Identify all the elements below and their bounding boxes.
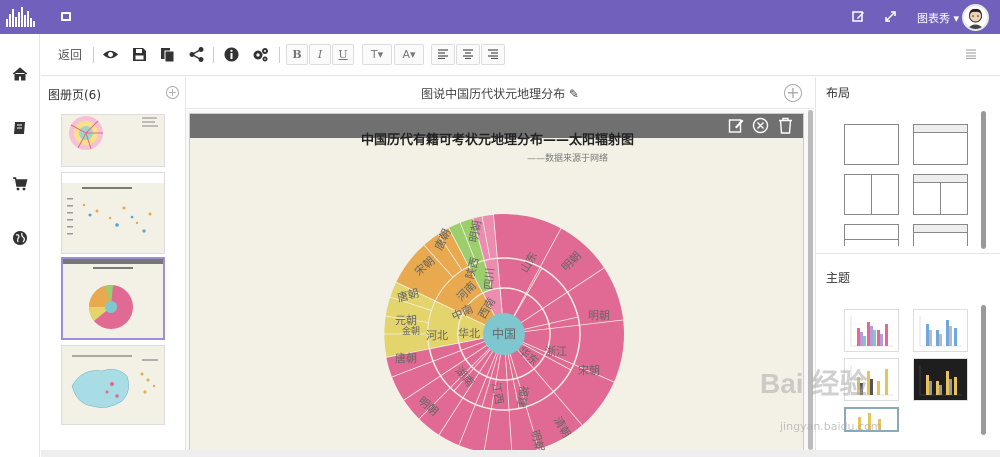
- font-size-dropdown[interactable]: T▾: [362, 44, 392, 65]
- align-center-button[interactable]: [456, 44, 480, 65]
- save-icon[interactable]: [131, 46, 148, 63]
- toolbar-divider: [93, 47, 94, 63]
- toolbar: 返回 B I U T▾ A▾: [41, 34, 1000, 76]
- user-menu[interactable]: 图表秀 ▾: [917, 10, 959, 26]
- layout-option-single[interactable]: [844, 124, 899, 165]
- home-icon[interactable]: [12, 66, 28, 82]
- menu-toggle-icon[interactable]: [61, 12, 71, 21]
- add-page-button[interactable]: +: [166, 86, 179, 99]
- toolbar-divider: [213, 47, 214, 63]
- bold-button[interactable]: B: [286, 44, 308, 65]
- layout-option-two-columns[interactable]: [844, 174, 899, 215]
- layout-option-header-body[interactable]: [913, 124, 968, 165]
- watermark-text: Bai 经验: [760, 368, 868, 399]
- add-chart-button[interactable]: +: [784, 84, 802, 102]
- layout-scrollbar[interactable]: [981, 111, 986, 249]
- copy-icon[interactable]: [159, 46, 176, 63]
- theme-option-light-1[interactable]: [844, 309, 899, 352]
- province-label: 四川: [483, 267, 497, 290]
- page-title[interactable]: 图说中国历代状元地理分布 ✎: [186, 85, 814, 102]
- layout-option-header-two-columns[interactable]: [913, 174, 968, 215]
- align-right-button[interactable]: [481, 44, 505, 65]
- layout-title: 布局: [826, 86, 851, 100]
- edit-icon[interactable]: [852, 10, 865, 23]
- watermark-url: jingyan.baidu.com: [780, 420, 882, 433]
- underline-button[interactable]: U: [332, 44, 354, 65]
- info-icon[interactable]: [223, 46, 240, 63]
- cart-icon[interactable]: [12, 176, 28, 192]
- panel-divider: [816, 253, 1000, 254]
- theme-scrollbar[interactable]: [981, 305, 986, 435]
- page-thumbnail-4[interactable]: [61, 345, 165, 425]
- logo-icon[interactable]: [6, 7, 36, 27]
- fullscreen-icon[interactable]: [884, 10, 897, 23]
- share-icon[interactable]: [188, 46, 205, 63]
- chart-card[interactable]: 中国历代有籍可考状元地理分布——太阳辐射图 ——数据来源于网络 中国 华东 华北…: [189, 113, 804, 457]
- preview-eye-icon[interactable]: [102, 46, 119, 63]
- center-label: 中国: [492, 326, 516, 341]
- outer-label: 宋朝: [578, 363, 600, 377]
- theme-title: 主题: [826, 271, 851, 285]
- bottom-strip: [41, 450, 1000, 457]
- province-label: 浙江: [545, 345, 567, 358]
- outer-label: 明朝: [588, 309, 610, 322]
- book-icon[interactable]: [12, 120, 28, 136]
- left-nav: [0, 34, 40, 457]
- canvas-area: 中国历代有籍可考状元地理分布——太阳辐射图 ——数据来源于网络 中国 华东 华北…: [186, 110, 814, 457]
- align-left-button[interactable]: [431, 44, 455, 65]
- outer-label: 唐朝: [395, 351, 417, 365]
- province-label: 河北: [426, 329, 448, 342]
- theme-option-light-2[interactable]: [913, 309, 968, 352]
- page-thumbnail-1[interactable]: [61, 114, 165, 167]
- layout-option-header-rows[interactable]: [913, 224, 968, 246]
- settings-gears-icon[interactable]: [252, 46, 269, 63]
- globe-icon[interactable]: [12, 230, 28, 246]
- toolbar-divider: [279, 47, 280, 63]
- pages-panel: 图册页(6) +: [41, 77, 186, 450]
- panel-toggle-icon[interactable]: [965, 49, 977, 59]
- canvas-header: 图说中国历代状元地理分布 ✎ +: [186, 77, 814, 109]
- pages-title: 图册页(6): [48, 88, 101, 102]
- layout-option-rows[interactable]: [844, 224, 899, 246]
- theme-option-dark[interactable]: [913, 358, 968, 401]
- avatar[interactable]: [962, 4, 989, 31]
- font-color-dropdown[interactable]: A▾: [394, 44, 424, 65]
- italic-button[interactable]: I: [309, 44, 331, 65]
- back-button[interactable]: 返回: [58, 46, 82, 63]
- page-thumbnail-2[interactable]: [61, 172, 165, 254]
- outer-label: 金朝: [402, 325, 420, 336]
- sunburst-chart[interactable]: 中国 华东 华北 西南 中南 浙江 山东 河南 河北 陕西 四川 江西 湖南 福…: [190, 114, 804, 457]
- top-bar: 图表秀 ▾: [0, 0, 1000, 34]
- page-thumbnail-3-selected[interactable]: [61, 257, 165, 340]
- inner-label: 华北: [458, 326, 480, 340]
